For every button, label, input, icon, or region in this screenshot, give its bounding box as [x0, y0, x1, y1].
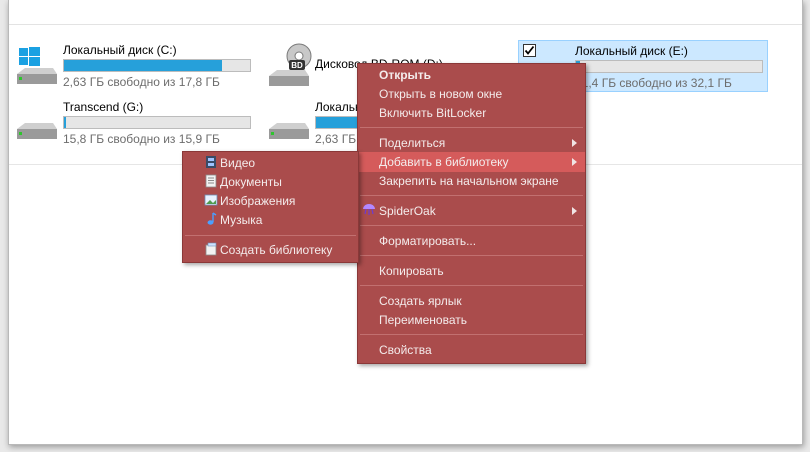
menu-item-label: Переименовать: [379, 313, 467, 327]
menu-item-pin-start[interactable]: Закрепить на начальном экране: [358, 171, 585, 191]
menu-separator: [360, 255, 583, 256]
drive-c[interactable]: Локальный диск (C:) 2,63 ГБ свободно из …: [13, 40, 263, 94]
hard-drive-icon: [17, 123, 57, 139]
submenu-item-label: Документы: [220, 175, 282, 189]
menu-item-create-shortcut[interactable]: Создать ярлык: [358, 291, 585, 311]
submenu-item-music[interactable]: Музыка: [183, 210, 358, 230]
menu-item-label: Форматировать...: [379, 234, 477, 248]
drive-free-space: 2,63 ГБ свободно из 17,8 ГБ: [63, 75, 220, 89]
menu-item-open[interactable]: Открыть: [358, 65, 585, 85]
library-submenu: Видео Документы Изображения Музыка Созда…: [182, 151, 359, 263]
menu-item-copy[interactable]: Копировать: [358, 261, 585, 281]
menu-item-label: Свойства: [379, 343, 432, 357]
images-library-icon: [204, 194, 218, 206]
drive-name: Локальный диск (C:): [63, 43, 177, 57]
menu-item-add-to-library[interactable]: Добавить в библиотеку: [358, 152, 585, 172]
menu-separator: [360, 127, 583, 128]
menu-item-label: Копировать: [379, 264, 444, 278]
context-menu: Открыть Открыть в новом окне Включить Bi…: [357, 63, 586, 364]
menu-item-label: Поделиться: [379, 136, 446, 150]
submenu-item-create-library[interactable]: Создать библиотеку: [183, 240, 358, 260]
drive-usage-fill: [64, 60, 223, 71]
menu-item-label: SpiderOak: [379, 204, 436, 218]
menu-item-label: Открыть: [379, 68, 432, 82]
menu-item-rename[interactable]: Переименовать: [358, 310, 585, 330]
drive-g[interactable]: Transcend (G:) 15,8 ГБ свободно из 15,9 …: [13, 97, 263, 151]
menu-item-spideroak[interactable]: SpiderOak: [358, 201, 585, 221]
submenu-item-images[interactable]: Изображения: [183, 191, 358, 211]
submenu-arrow-icon: [572, 207, 577, 215]
menu-item-properties[interactable]: Свойства: [358, 340, 585, 360]
submenu-item-video[interactable]: Видео: [183, 153, 358, 173]
drive-name: Локальный диск (E:): [575, 44, 688, 58]
menu-item-bitlocker[interactable]: Включить BitLocker: [358, 103, 585, 123]
menu-item-open-new-window[interactable]: Открыть в новом окне: [358, 84, 585, 104]
submenu-arrow-icon: [572, 139, 577, 147]
drive-free-space: 31,4 ГБ свободно из 32,1 ГБ: [575, 76, 732, 90]
menu-item-label: Создать ярлык: [379, 294, 462, 308]
drive-free-space: 15,8 ГБ свободно из 15,9 ГБ: [63, 132, 220, 146]
menu-separator: [360, 285, 583, 286]
submenu-item-label: Создать библиотеку: [220, 243, 333, 257]
drive-usage-bar: [575, 60, 763, 73]
menu-item-share[interactable]: Поделиться: [358, 133, 585, 153]
menu-separator: [185, 235, 356, 236]
documents-library-icon: [205, 174, 217, 188]
video-library-icon: [206, 156, 216, 168]
spideroak-icon: [363, 204, 375, 215]
menu-item-label: Открыть в новом окне: [379, 87, 503, 101]
menu-item-label: Закрепить на начальном экране: [379, 174, 559, 188]
drive-usage-bar: [63, 116, 251, 129]
bd-rom-drive-icon: BD: [269, 43, 312, 86]
windows-drive-icon: [17, 47, 57, 84]
drive-usage-bar: [63, 59, 251, 72]
menu-item-label: Включить BitLocker: [379, 106, 487, 120]
create-library-icon: [205, 242, 217, 256]
menu-separator: [360, 225, 583, 226]
drive-name: Transcend (G:): [63, 100, 144, 114]
svg-text:BD: BD: [291, 61, 303, 70]
submenu-item-label: Изображения: [220, 194, 296, 208]
menu-item-format[interactable]: Форматировать...: [358, 231, 585, 251]
menu-separator: [360, 334, 583, 335]
music-library-icon: [207, 212, 217, 225]
submenu-item-documents[interactable]: Документы: [183, 172, 358, 192]
submenu-item-label: Видео: [220, 156, 256, 170]
hard-drive-icon: [269, 123, 309, 139]
menu-item-label: Добавить в библиотеку: [379, 155, 509, 169]
submenu-item-label: Музыка: [220, 213, 263, 227]
submenu-arrow-icon: [572, 158, 577, 166]
toolbar-divider: [9, 24, 802, 25]
drive-usage-fill: [64, 117, 66, 128]
menu-separator: [360, 195, 583, 196]
